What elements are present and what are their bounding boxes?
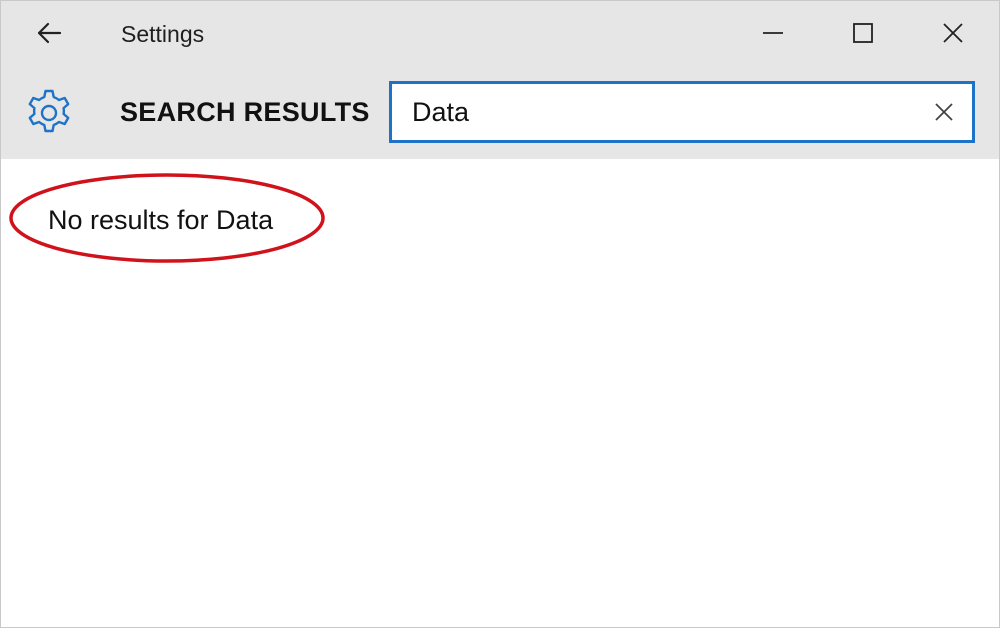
- close-icon: [943, 23, 963, 43]
- arrow-left-icon: [37, 22, 62, 44]
- page-title: SEARCH RESULTS: [120, 97, 370, 127]
- minimize-button[interactable]: [727, 1, 819, 65]
- maximize-icon: [853, 23, 873, 43]
- window-title: Settings: [121, 21, 205, 47]
- title-bar: Settings: [1, 1, 999, 65]
- settings-home-button[interactable]: [23, 87, 75, 139]
- back-button[interactable]: [1, 1, 97, 65]
- close-button[interactable]: [907, 1, 999, 65]
- page-header: SEARCH RESULTS: [1, 65, 999, 159]
- search-clear-button[interactable]: [930, 98, 958, 126]
- search-input[interactable]: [412, 84, 912, 140]
- no-results-message: No results for Data: [48, 205, 274, 235]
- minimize-icon: [763, 32, 783, 34]
- clear-icon: [935, 103, 953, 121]
- maximize-button[interactable]: [817, 1, 909, 65]
- results-area: No results for Data: [1, 159, 999, 627]
- settings-window: Settings SEARCH RESULTS Data No results …: [0, 0, 1000, 628]
- search-box[interactable]: [389, 81, 975, 143]
- gear-icon: [28, 89, 70, 133]
